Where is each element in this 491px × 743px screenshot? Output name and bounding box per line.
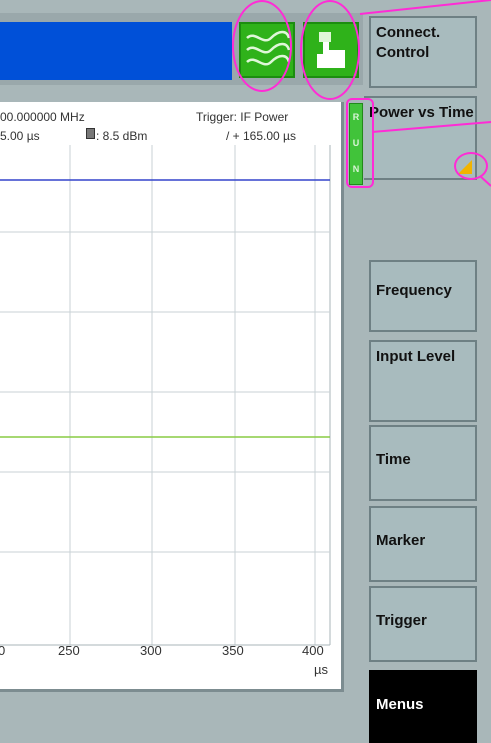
annotation-lines xyxy=(359,0,491,187)
